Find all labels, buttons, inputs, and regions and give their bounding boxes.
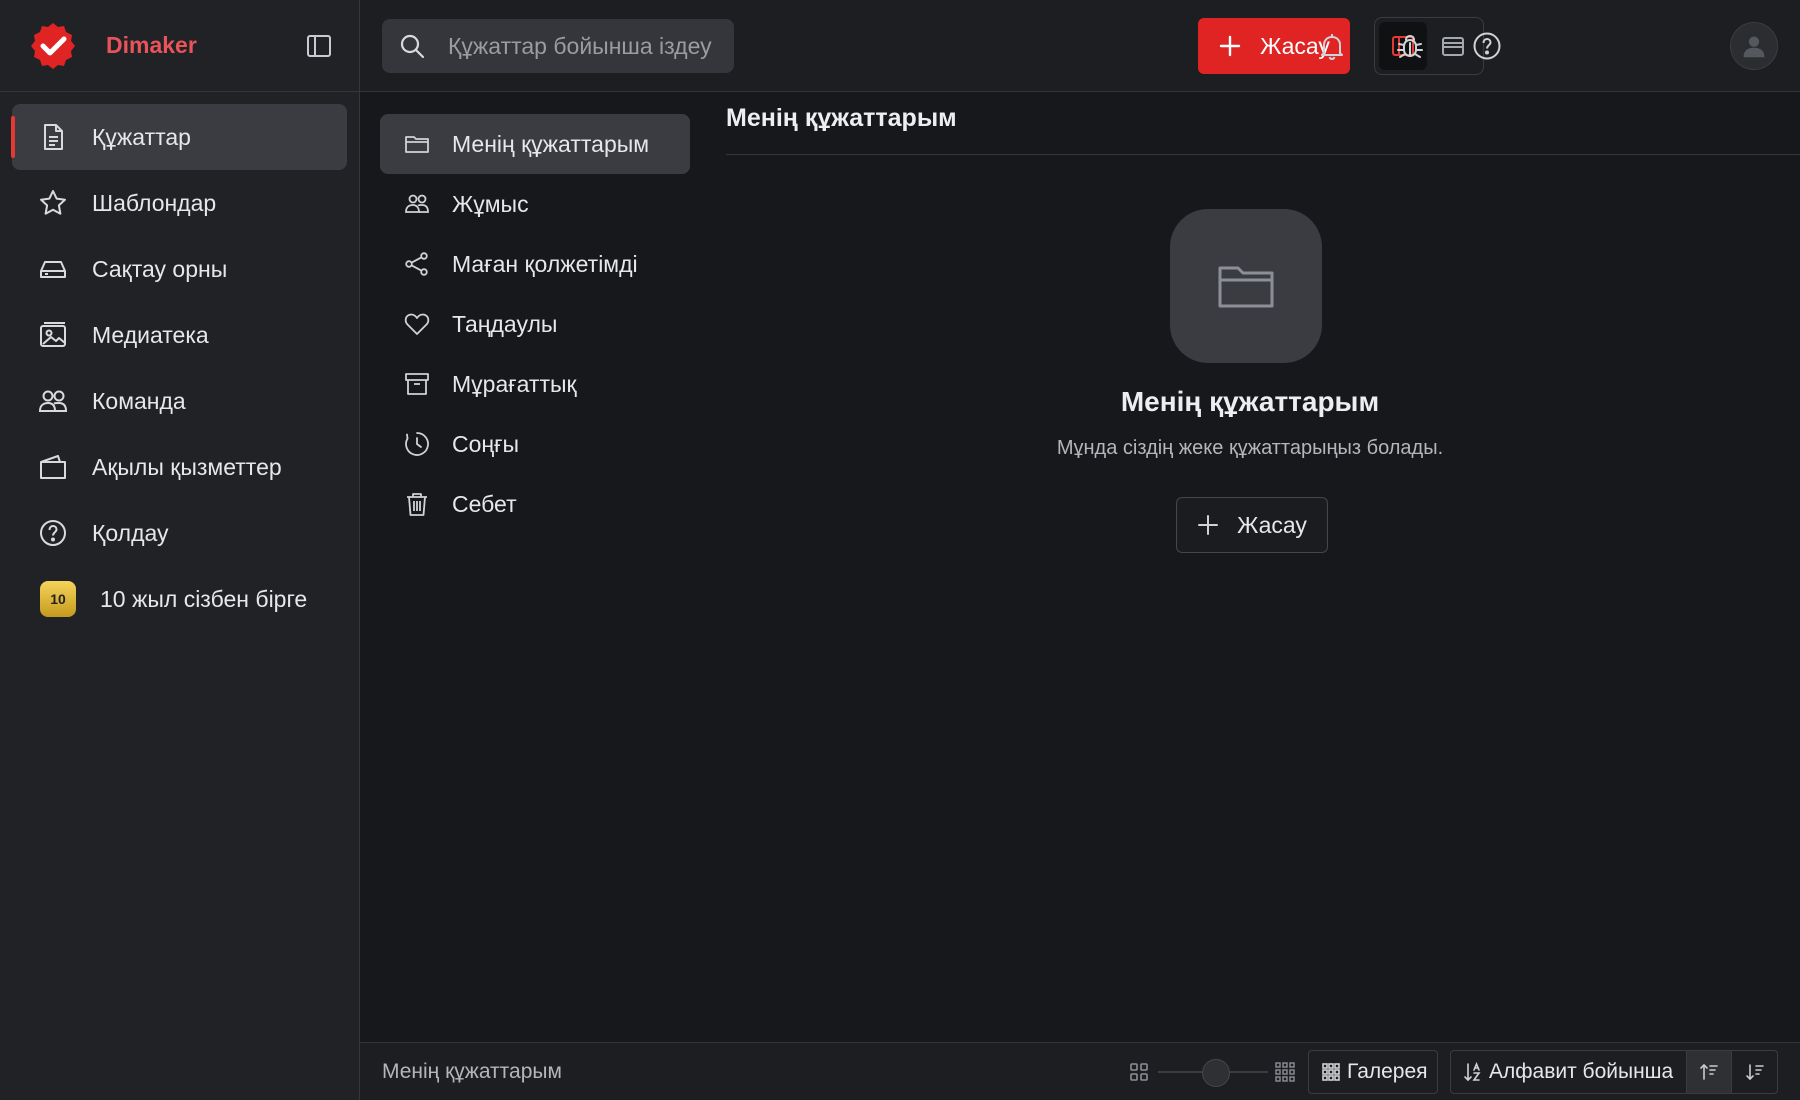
sidebar-item-label: Шаблондар — [92, 189, 217, 216]
app-root: Dimaker Құжаттар Шаблондар Сақтау орны М… — [0, 0, 1800, 1100]
plus-icon — [1197, 514, 1219, 536]
sidebar-item-documents[interactable]: Құжаттар — [11, 104, 347, 170]
sort-ascending-icon[interactable] — [1685, 1051, 1732, 1093]
gallery-view-label: Галерея — [1347, 1060, 1428, 1083]
empty-state-folder-icon — [1170, 209, 1322, 363]
empty-state-title: Менің құжаттарым — [1120, 386, 1380, 417]
subnav-item-archive[interactable]: Мұрағаттық — [380, 354, 690, 414]
sort-by-label: Алфавит бойынша — [1489, 1060, 1674, 1083]
sidebar-toggle-icon[interactable] — [303, 30, 335, 62]
subnav-item-favorites[interactable]: Таңдаулы — [380, 294, 690, 354]
current-folder-label: Менің құжаттарым — [382, 1060, 562, 1083]
empty-state-create-label: Жасау — [1237, 511, 1307, 538]
sidebar-item-label: Команда — [92, 387, 186, 414]
divider — [726, 154, 1800, 155]
wallet-icon — [38, 452, 68, 482]
sort-controls: Алфавит бойынша — [1450, 1050, 1778, 1094]
zoom-slider-thumb[interactable] — [1202, 1059, 1230, 1087]
trash-icon — [404, 491, 430, 517]
sidebar-item-label: Медиатека — [92, 321, 209, 348]
empty-state-create-button[interactable]: Жасау — [1176, 497, 1328, 553]
grid-small-icon[interactable] — [1128, 1061, 1150, 1083]
clock-icon — [404, 431, 430, 457]
top-bar: Жасау — [360, 0, 1800, 92]
search-icon — [398, 32, 426, 60]
sidebar-item-paid-services[interactable]: Ақылы қызметтер — [12, 434, 347, 500]
anniversary-badge-icon: 10 — [40, 581, 76, 617]
bottom-bar: Менің құжаттарым Галерея Алфавит бойынша — [360, 1042, 1800, 1100]
subnav-item-label: Жұмыс — [452, 190, 529, 217]
sidebar-item-label: Құжаттар — [92, 123, 191, 150]
archive-icon — [404, 371, 430, 397]
sidebar-item-label: Қолдау — [92, 519, 169, 546]
grid-icon — [1321, 1062, 1341, 1082]
subnav-item-label: Таңдаулы — [452, 310, 558, 337]
subnav-item-my-documents[interactable]: Менің құжаттарым — [380, 114, 690, 174]
star-icon — [38, 188, 68, 218]
documents-subnav: Менің құжаттарым Жұмыс Маған қолжетімді — [380, 114, 690, 534]
subnav-item-label: Себет — [452, 490, 517, 517]
sort-by-button[interactable]: Алфавит бойынша — [1451, 1051, 1686, 1093]
sidebar-item-label: Ақылы қызметтер — [92, 453, 282, 480]
subnav-item-label: Менің құжаттарым — [452, 130, 650, 157]
help-circle-icon — [38, 518, 68, 548]
search-input[interactable] — [448, 32, 718, 60]
bell-icon[interactable] — [1310, 24, 1354, 68]
storage-icon — [38, 254, 68, 284]
heart-icon — [404, 311, 430, 337]
image-icon — [38, 320, 68, 350]
document-icon — [38, 122, 68, 152]
page-title: Менің құжаттарым — [726, 104, 957, 132]
subnav-item-label: Соңғы — [452, 430, 520, 457]
gallery-view-button[interactable]: Галерея — [1308, 1050, 1438, 1094]
users-icon — [404, 191, 430, 217]
sidebar: Dimaker Құжаттар Шаблондар Сақтау орны М… — [0, 0, 360, 1100]
sidebar-item-label: 10 жыл сізбен бірге — [100, 585, 308, 612]
search-box — [382, 19, 734, 73]
help-icon[interactable] — [1465, 24, 1509, 68]
brand-logo-icon[interactable] — [28, 21, 78, 71]
subnav-item-label: Маған қолжетімді — [452, 250, 638, 277]
folder-icon — [404, 131, 430, 157]
subnav-item-trash[interactable]: Себет — [380, 474, 690, 534]
plus-icon — [1218, 34, 1242, 58]
subnav-item-shared[interactable]: Маған қолжетімді — [380, 234, 690, 294]
sort-descending-icon[interactable] — [1731, 1051, 1777, 1093]
sidebar-item-anniversary[interactable]: 10 10 жыл сізбен бірге — [12, 566, 347, 632]
user-avatar-icon[interactable] — [1730, 22, 1778, 70]
sidebar-item-media[interactable]: Медиатека — [12, 302, 347, 368]
subnav-item-label: Мұрағаттық — [452, 370, 577, 397]
subnav-item-work[interactable]: Жұмыс — [380, 174, 690, 234]
sidebar-item-support[interactable]: Қолдау — [12, 500, 347, 566]
grid-large-icon[interactable] — [1274, 1061, 1296, 1083]
brand-header: Dimaker — [0, 0, 359, 92]
sort-alpha-icon — [1463, 1062, 1483, 1082]
share-icon — [404, 251, 430, 277]
subnav-item-recent[interactable]: Соңғы — [380, 414, 690, 474]
team-icon — [38, 386, 68, 416]
empty-state-description: Мұнда сіздің жеке құжаттарыңыз болады. — [1056, 437, 1444, 459]
sidebar-item-storage[interactable]: Сақтау орны — [12, 236, 347, 302]
bug-icon[interactable] — [1388, 24, 1432, 68]
sidebar-nav: Құжаттар Шаблондар Сақтау орны Медиатека… — [0, 92, 359, 632]
brand-name: Dimaker — [106, 32, 197, 58]
sidebar-item-label: Сақтау орны — [92, 255, 228, 282]
sidebar-item-templates[interactable]: Шаблондар — [12, 170, 347, 236]
sidebar-item-team[interactable]: Команда — [12, 368, 347, 434]
